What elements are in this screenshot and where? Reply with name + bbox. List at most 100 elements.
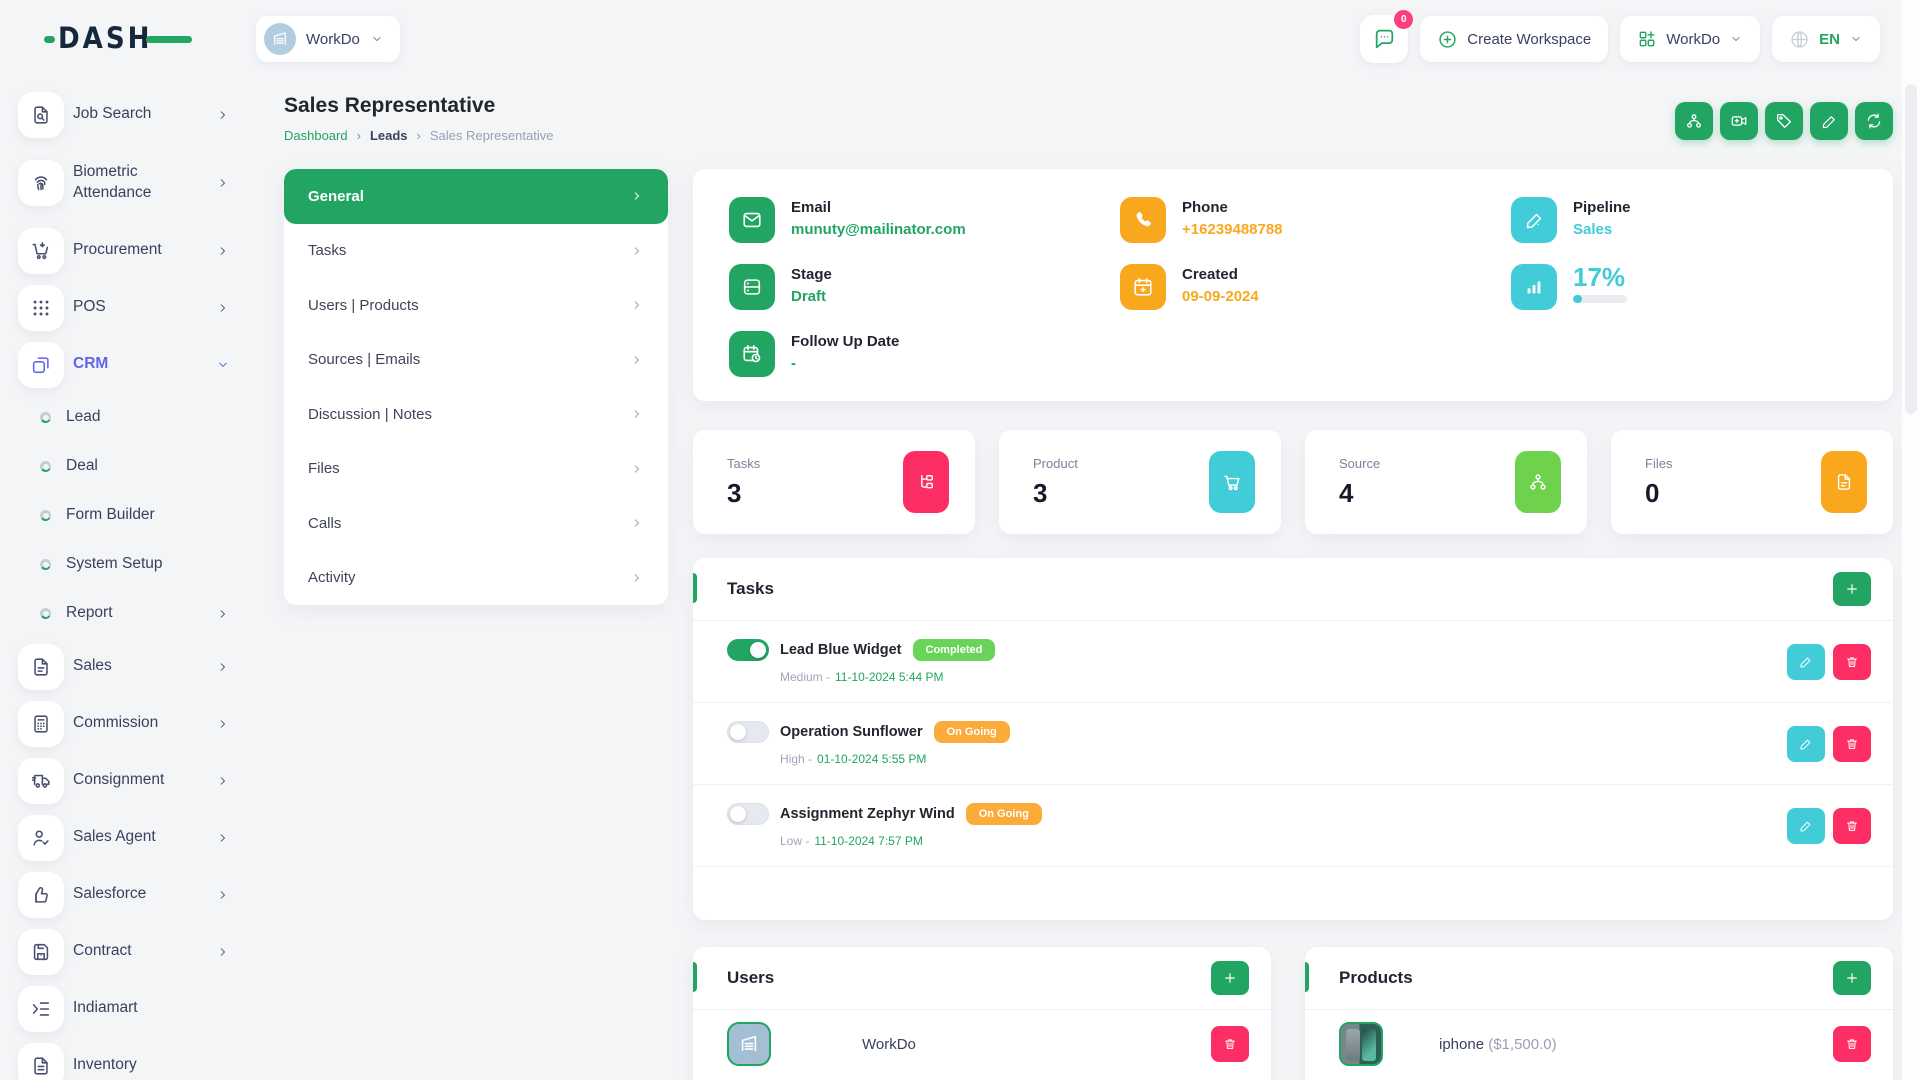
bullet-icon — [40, 412, 51, 423]
task-status-badge: On Going — [934, 721, 1010, 743]
stat-card-product: Product3 — [999, 430, 1281, 534]
tab-tasks[interactable]: Tasks — [284, 224, 668, 279]
cart-icon — [18, 228, 64, 274]
tab-users-products[interactable]: Users | Products — [284, 278, 668, 333]
calendar-icon — [1120, 264, 1166, 310]
detail-follow-up: Follow Up Date- — [729, 331, 1120, 377]
pencil-icon — [1799, 819, 1813, 833]
sidebar-item-consignment[interactable]: Consignment — [18, 752, 252, 809]
labels-button[interactable] — [1765, 102, 1803, 140]
sidebar-item-commission[interactable]: Commission — [18, 695, 252, 752]
task-row: Operation Sunflower On Going High - 01-1… — [693, 703, 1893, 785]
email-value: munuty@mailinator.com — [791, 221, 966, 238]
add-user-button[interactable] — [1211, 961, 1249, 995]
tab-sources-emails[interactable]: Sources | Emails — [284, 333, 668, 388]
grid-plus-icon — [1637, 29, 1657, 49]
scrollbar[interactable] — [1902, 0, 1920, 1080]
user-row: WorkDo — [693, 1010, 1271, 1078]
trash-icon — [1845, 737, 1859, 751]
sidebar-item-lead[interactable]: Lead — [18, 393, 252, 442]
delete-user-button[interactable] — [1211, 1026, 1249, 1062]
sidebar-item-crm[interactable]: CRM — [18, 336, 252, 393]
logo-accent-bar — [146, 36, 192, 43]
task-complete-toggle[interactable] — [727, 639, 769, 661]
sidebar-item-sales-agent[interactable]: Sales Agent — [18, 809, 252, 866]
fingerprint-icon — [18, 160, 64, 206]
logo-accent-dash — [44, 36, 55, 43]
tab-discussion-notes[interactable]: Discussion | Notes — [284, 387, 668, 442]
tab-activity[interactable]: Activity — [284, 551, 668, 606]
phone-value: +16239488788 — [1182, 221, 1283, 238]
products-section-title: Products — [1339, 968, 1413, 988]
edit-task-button[interactable] — [1787, 644, 1825, 680]
truck-icon — [18, 758, 64, 804]
workspace-selector[interactable]: WorkDo — [256, 16, 400, 62]
chevron-down-icon — [1729, 32, 1743, 46]
sidebar-item-biometric-attendance[interactable]: Biometric Attendance — [18, 143, 252, 222]
envelope-icon — [729, 197, 775, 243]
sidebar-item-deal[interactable]: Deal — [18, 442, 252, 491]
tab-files[interactable]: Files — [284, 442, 668, 497]
language-selector[interactable]: EN — [1772, 16, 1880, 62]
chevron-right-icon — [630, 189, 644, 203]
sidebar-item-procurement[interactable]: Procurement — [18, 222, 252, 279]
sidebar-item-report[interactable]: Report — [18, 589, 252, 638]
chevron-right-icon — [630, 407, 644, 421]
add-task-button[interactable] — [1833, 572, 1871, 606]
sidebar-item-indiamart[interactable]: Indiamart — [18, 980, 252, 1037]
follow-up-value: - — [791, 355, 899, 372]
edit-task-button[interactable] — [1787, 808, 1825, 844]
chevron-right-icon — [216, 176, 230, 190]
chevron-right-icon — [216, 607, 230, 621]
scrollbar-thumb[interactable] — [1905, 84, 1917, 414]
breadcrumb-leads[interactable]: Leads — [370, 128, 408, 143]
delete-product-button[interactable] — [1833, 1026, 1871, 1062]
tab-general[interactable]: General — [284, 169, 668, 224]
sidebar-item-contract[interactable]: Contract — [18, 923, 252, 980]
edit-lead-button[interactable] — [1810, 102, 1848, 140]
task-complete-toggle[interactable] — [727, 803, 769, 825]
cart-icon — [1209, 451, 1255, 513]
brand-logo[interactable]: DASH — [44, 19, 194, 59]
tab-calls[interactable]: Calls — [284, 496, 668, 551]
sidebar-item-pos[interactable]: POS — [18, 279, 252, 336]
sidebar-item-system-setup[interactable]: System Setup — [18, 540, 252, 589]
task-row: Lead Blue Widget Completed Medium - 11-1… — [693, 621, 1893, 703]
delete-task-button[interactable] — [1833, 808, 1871, 844]
workspace-menu-button[interactable]: WorkDo — [1620, 16, 1760, 62]
messages-button[interactable]: 0 — [1360, 15, 1408, 63]
task-complete-toggle[interactable] — [727, 721, 769, 743]
sidebar-item-form-builder[interactable]: Form Builder — [18, 491, 252, 540]
chevron-down-icon — [216, 358, 230, 372]
convert-to-deal-button[interactable] — [1675, 102, 1713, 140]
pencil-icon — [1799, 737, 1813, 751]
breadcrumb-separator: › — [417, 128, 421, 143]
trash-icon — [1223, 1037, 1237, 1051]
add-product-button[interactable] — [1833, 961, 1871, 995]
messages-count-badge: 0 — [1394, 10, 1413, 29]
chevron-right-icon — [216, 244, 230, 258]
plus-icon — [1844, 581, 1860, 597]
trash-icon — [1845, 1037, 1859, 1051]
create-workspace-button[interactable]: Create Workspace — [1420, 16, 1608, 62]
delete-task-button[interactable] — [1833, 726, 1871, 762]
product-price: ($1,500.0) — [1488, 1036, 1556, 1053]
sidebar-item-job-search[interactable]: Job Search — [18, 86, 252, 143]
chevron-right-icon — [630, 516, 644, 530]
chevron-right-icon — [216, 301, 230, 315]
convert-button[interactable] — [1855, 102, 1893, 140]
detail-phone: Phone+16239488788 — [1120, 197, 1511, 243]
sidebar-item-sales[interactable]: Sales — [18, 638, 252, 695]
breadcrumb-dashboard[interactable]: Dashboard — [284, 128, 348, 143]
edit-task-button[interactable] — [1787, 726, 1825, 762]
meeting-button[interactable] — [1720, 102, 1758, 140]
task-datetime: 11-10-2024 7:57 PM — [814, 834, 923, 848]
sidebar-item-salesforce[interactable]: Salesforce — [18, 866, 252, 923]
pencil-icon — [1799, 655, 1813, 669]
chevron-down-icon — [370, 32, 384, 46]
bullet-icon — [40, 559, 51, 570]
delete-task-button[interactable] — [1833, 644, 1871, 680]
topbar: DASH WorkDo 0 Create Workspace WorkDo EN — [0, 0, 1920, 78]
sidebar-item-inventory[interactable]: Inventory — [18, 1037, 252, 1080]
task-row: Assignment Zephyr Wind On Going Low - 11… — [693, 785, 1893, 867]
